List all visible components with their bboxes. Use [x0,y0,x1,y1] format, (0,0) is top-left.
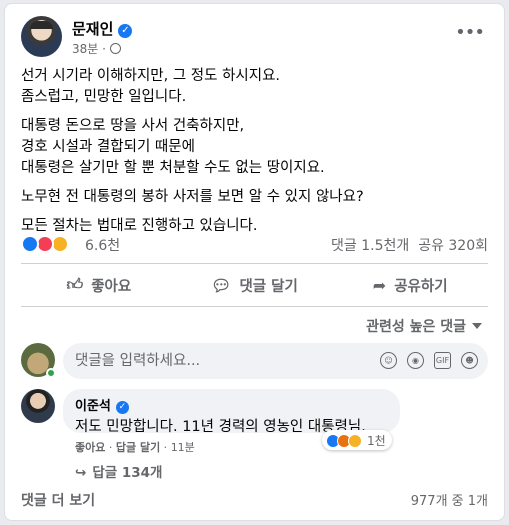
commenter-name[interactable]: 이준석 [75,399,111,414]
globe-icon [109,43,121,54]
more-comments-link[interactable]: 댓글 더 보기 [21,490,95,510]
thumbs-up-icon: 👍︎ [66,275,84,294]
comment-icon: 💬︎ [211,275,232,295]
share-icon: ➦ [372,275,387,295]
post-stats: 댓글 1.5천개 공유 320회 [331,235,488,255]
like-reaction-icon [21,235,39,253]
comment-sort-dropdown[interactable]: 관련성 높은 댓글 [366,316,482,336]
comment-input-wrapper: ☺ ◉ GIF ☻ [63,343,488,379]
comment-button[interactable]: 💬︎ 댓글 달기 [177,268,333,302]
post-time[interactable]: 38분 [72,42,98,56]
gif-icon[interactable]: GIF [434,352,451,369]
commenter-avatar[interactable] [21,389,55,423]
post-card: 문재인 ✓ 38분 · ••• 선거 시기라 이해하지만, 그 정도 하시지요. … [4,3,505,521]
comment-reaction-count: 1천 [367,434,386,448]
composer-icons: ☺ ◉ GIF ☻ [380,352,478,369]
comment-composer: ☺ ◉ GIF ☻ [21,343,488,379]
share-count[interactable]: 공유 320회 [418,238,488,254]
post-body: 선거 시기라 이해하지만, 그 정도 하시지요. 좀스럽고, 민망한 일입니다.… [21,66,488,245]
comment-pagination-count: 977개 중 1개 [410,494,488,509]
sticker-icon[interactable]: ☻ [461,352,478,369]
divider [21,263,488,264]
comment-input[interactable] [75,343,365,379]
post-meta: 38분 · [72,40,121,57]
divider [21,306,488,307]
comment-time[interactable]: 11분 [171,441,195,454]
paragraph: 노무현 전 대통령의 봉하 사저를 보면 알 수 있지 않나요? [21,189,364,205]
author-name[interactable]: 문재인 [72,20,113,38]
reply-arrow-icon: ↪ [75,465,87,481]
caret-down-icon [472,323,482,329]
share-button[interactable]: ➦ 공유하기 [332,268,488,302]
author-avatar[interactable] [21,16,62,57]
comment-reactions[interactable]: 1천 [322,430,392,450]
more-options-icon[interactable]: ••• [455,22,485,43]
comment-bubble: 이준석 ✓ 저도 민망합니다. 11년 경력의 영농인 대통령님. [63,389,400,435]
reaction-count[interactable]: 6.6천 [85,235,120,255]
paragraph: 선거 시기라 이해하지만, 그 정도 하시지요. 좀스럽고, 민망한 일입니다. [21,68,281,105]
comment-count[interactable]: 댓글 1.5천개 [331,238,409,254]
post-header: 문재인 ✓ 38분 · ••• [21,16,490,58]
post-actions: 👍︎ 좋아요 💬︎ 댓글 달기 ➦ 공유하기 [21,268,488,302]
view-replies-link[interactable]: ↪ 답글 134개 [75,461,162,481]
comment-like-button[interactable]: 좋아요 [75,441,105,454]
verified-badge-icon: ✓ [118,24,133,38]
verified-badge-icon: ✓ [115,401,129,414]
comment-reply-button[interactable]: 답글 달기 [116,441,160,454]
online-status-icon [46,368,56,378]
camera-icon[interactable]: ◉ [407,352,424,369]
comment-actions: 좋아요 · 답글 달기 · 11분 [75,441,195,454]
emoji-icon[interactable]: ☺ [380,352,397,369]
haha-reaction-icon [348,433,362,448]
commenter-name-row: 이준석 ✓ [75,395,388,414]
author-name-row: 문재인 ✓ [72,18,133,39]
like-button[interactable]: 👍︎ 좋아요 [21,268,177,302]
paragraph: 대통령 돈으로 땅을 사서 건축하지만, 경호 시설과 결합되기 때문에 대통령… [21,118,325,176]
reaction-summary: 6.6천 댓글 1.5천개 공유 320회 [21,234,488,254]
